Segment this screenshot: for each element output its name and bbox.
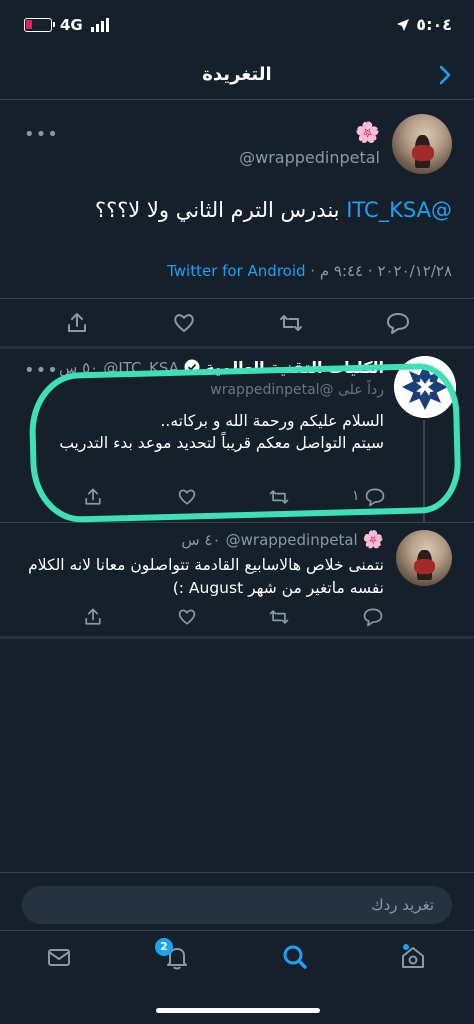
retweet-button[interactable]: [278, 310, 304, 336]
status-left: 4G: [24, 16, 109, 34]
tweet-date: ٢٠٢٠/١٢/٢٨ · ٩:٤٤ م ·: [305, 262, 452, 280]
divider: [0, 298, 474, 299]
tweet-client[interactable]: Twitter for Android: [167, 262, 305, 280]
more-icon[interactable]: •••: [24, 124, 59, 145]
network-type: 4G: [60, 16, 83, 34]
search-icon: [283, 945, 307, 969]
battery-icon: [24, 18, 55, 32]
share-icon: [68, 313, 86, 332]
divider: [0, 522, 474, 523]
reply1-more-icon[interactable]: •••: [24, 360, 59, 381]
retweet-icon: [269, 610, 289, 624]
tab-bar: 2: [0, 930, 474, 990]
tab-notifications[interactable]: 2: [155, 938, 192, 972]
reply2-like-button[interactable]: [176, 606, 198, 628]
status-right: ٥:٠٤: [396, 15, 452, 34]
author-handle[interactable]: @wrappedinpetal: [239, 148, 380, 167]
tweet-body: بندرس الترم الثاني ولا لا؟؟؟: [94, 198, 347, 222]
status-bar: 4G ٥:٠٤: [0, 0, 474, 52]
tab-home[interactable]: [398, 942, 428, 972]
back-chevron-icon: [439, 65, 451, 85]
page-title: التغريدة: [202, 64, 272, 85]
reply-button[interactable]: [385, 310, 411, 336]
author-name-emoji: 🌸: [355, 120, 380, 144]
reply-icon: [363, 608, 383, 627]
header: التغريدة: [0, 52, 474, 100]
like-icon: [178, 609, 196, 625]
mail-icon: [48, 949, 70, 966]
section-divider: [0, 346, 474, 349]
share-button[interactable]: [64, 310, 90, 336]
home-icon: [402, 944, 424, 968]
location-arrow-icon: [397, 18, 410, 31]
retweet-icon: [280, 315, 302, 331]
reply2-handle[interactable]: @wrappedinpetal: [226, 531, 358, 549]
tweet-text: @ITC_KSA بندرس الترم الثاني ولا لا؟؟؟: [22, 196, 452, 225]
reply2-retweet-button[interactable]: [268, 606, 290, 628]
compose-divider: [0, 872, 474, 873]
back-button[interactable]: [430, 60, 460, 90]
reply-icon: [387, 313, 409, 334]
reply2-share-button[interactable]: [82, 606, 104, 628]
reply2-text: نتمنى خلاص هالاسابيع القادمة تتواصلون مع…: [28, 556, 384, 598]
reply2-avatar[interactable]: [396, 530, 452, 586]
tweet-meta: ٢٠٢٠/١٢/٢٨ · ٩:٤٤ م · Twitter for Androi…: [22, 262, 452, 280]
tab-search[interactable]: [280, 942, 310, 972]
signal-icon: [90, 18, 109, 32]
compose-placeholder: تغريد ردك: [371, 896, 434, 914]
reply2-header: 🌸 @wrappedinpetal ٤٠ س: [44, 530, 384, 550]
like-icon: [174, 314, 194, 332]
like-button[interactable]: [171, 310, 197, 336]
reply-compose-input[interactable]: تغريد ردك: [22, 886, 452, 924]
section-divider: [0, 636, 474, 639]
home-indicator: [156, 1008, 320, 1013]
highlight-annotation: [28, 362, 462, 524]
share-icon: [85, 608, 101, 625]
reply2-name-emoji: 🌸: [362, 530, 384, 550]
tweet-actions: [0, 304, 474, 344]
tab-messages[interactable]: [44, 942, 74, 972]
author-avatar[interactable]: [392, 114, 452, 174]
reply2-time: ٤٠ س: [181, 531, 221, 549]
reply2-reply-button[interactable]: [362, 606, 384, 628]
clock: ٥:٠٤: [416, 15, 452, 34]
notifications-badge: 2: [155, 938, 173, 956]
mention-link[interactable]: @ITC_KSA: [346, 198, 452, 222]
